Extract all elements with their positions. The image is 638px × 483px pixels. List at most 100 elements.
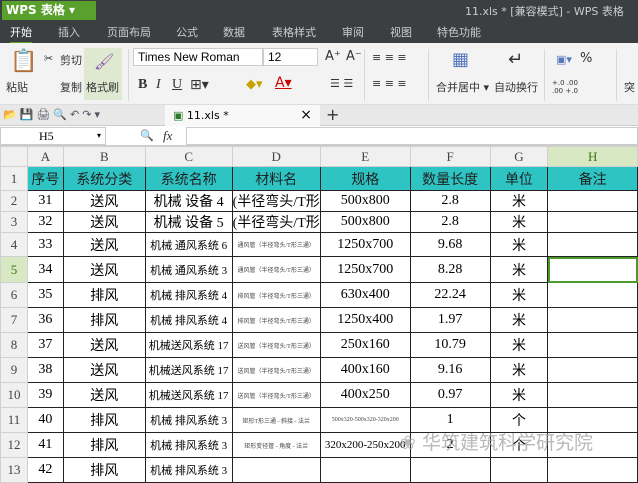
cell-H4[interactable] <box>547 232 638 257</box>
cell-H13[interactable] <box>547 457 638 483</box>
row-header-13[interactable]: 13 <box>0 457 28 483</box>
format-painter-button[interactable]: 🖌 格式刷 <box>84 48 122 100</box>
cell-B7[interactable]: 排风 <box>62 307 146 333</box>
select-all-corner[interactable] <box>0 146 28 167</box>
cell-B12[interactable]: 排风 <box>62 432 146 458</box>
cell-B9[interactable]: 送风 <box>62 357 146 383</box>
cell-G7[interactable]: 米 <box>489 307 549 333</box>
cell-F6[interactable]: 22.24 <box>409 282 491 308</box>
cell-C6[interactable]: 机械 排风系统 4 <box>144 282 233 308</box>
cell-C5[interactable]: 机械 通风系统 3 <box>144 256 233 283</box>
cell-F10[interactable]: 0.97 <box>409 382 491 408</box>
percent-button[interactable]: % <box>580 51 592 66</box>
row-header-5[interactable]: 5 <box>0 256 28 283</box>
header-cell[interactable]: 系统名称 <box>144 166 233 191</box>
cell-G2[interactable]: 米 <box>489 190 549 212</box>
cell-A5[interactable]: 34 <box>26 256 64 283</box>
cell-F4[interactable]: 9.68 <box>409 232 491 257</box>
cell-A10[interactable]: 39 <box>26 382 64 408</box>
paste-icon[interactable]: 📋 <box>10 49 37 74</box>
align-center-icon[interactable]: ≡ ≡ ≡ <box>372 77 407 90</box>
new-tab-button[interactable]: + <box>326 105 339 124</box>
row-header-8[interactable]: 8 <box>0 332 28 358</box>
cell-D2[interactable]: (半径弯头/T形 <box>231 190 321 212</box>
row-header-9[interactable]: 9 <box>0 357 28 383</box>
column-header-D[interactable]: D <box>231 146 321 167</box>
fx-button[interactable]: fx <box>163 128 172 144</box>
cell-G6[interactable]: 米 <box>489 282 549 308</box>
cell-F2[interactable]: 2.8 <box>409 190 491 212</box>
tab-page-layout[interactable]: 页面布局 <box>107 24 151 40</box>
cell-E4[interactable]: 1250x700 <box>319 232 411 257</box>
header-cell[interactable]: 材料名 <box>231 166 321 191</box>
cell-C2[interactable]: 机械 设备 4 <box>144 190 233 212</box>
tab-home[interactable]: 开始 <box>10 24 32 44</box>
cell-B2[interactable]: 送风 <box>62 190 146 212</box>
row-header-1[interactable]: 1 <box>0 166 28 191</box>
file-tab[interactable]: ▣ 11.xls * × <box>165 105 320 126</box>
cell-C8[interactable]: 机械送风系统 17 <box>144 332 233 358</box>
cell-C11[interactable]: 机械 排风系统 3 <box>144 407 233 433</box>
cell-A4[interactable]: 33 <box>26 232 64 257</box>
cell-D11[interactable]: 矩形T形三通 - 斜接 - 法兰 <box>231 407 321 433</box>
row-header-12[interactable]: 12 <box>0 432 28 458</box>
cell-B13[interactable]: 排风 <box>62 457 146 483</box>
cell-D7[interactable]: 排风管（半径弯头/T形三通） <box>231 307 321 333</box>
border-icon[interactable]: ⊞▾ <box>190 77 209 93</box>
cell-B8[interactable]: 送风 <box>62 332 146 358</box>
row-header-6[interactable]: 6 <box>0 282 28 308</box>
cell-D13[interactable] <box>231 457 321 483</box>
cell-A6[interactable]: 35 <box>26 282 64 308</box>
tab-formulas[interactable]: 公式 <box>176 24 198 40</box>
formula-input[interactable] <box>186 127 638 145</box>
cell-F13[interactable] <box>409 457 491 483</box>
cell-H10[interactable] <box>547 382 638 408</box>
cell-G9[interactable]: 米 <box>489 357 549 383</box>
cell-F9[interactable]: 9.16 <box>409 357 491 383</box>
cell-D4[interactable]: 通风管（半径弯头/T形三通） <box>231 232 321 257</box>
more-button[interactable]: 突 <box>624 79 635 95</box>
cell-E3[interactable]: 500x800 <box>319 211 411 233</box>
column-header-A[interactable]: A <box>26 146 64 167</box>
cell-D9[interactable]: 送风管（半径弯头/T形三通） <box>231 357 321 383</box>
cell-F5[interactable]: 8.28 <box>409 256 491 283</box>
font-size-select[interactable]: 12 <box>263 48 318 66</box>
cell-E11[interactable]: 500x320-500x320-320x200 <box>319 407 411 433</box>
close-tab-button[interactable]: × <box>300 105 312 126</box>
cell-C9[interactable]: 机械送风系统 17 <box>144 357 233 383</box>
cell-D10[interactable]: 送风管（半径弯头/T形三通） <box>231 382 321 408</box>
italic-button[interactable]: I <box>156 77 161 93</box>
row-header-3[interactable]: 3 <box>0 211 28 233</box>
cell-H9[interactable] <box>547 357 638 383</box>
cell-E13[interactable] <box>319 457 411 483</box>
cell-B5[interactable]: 送风 <box>62 256 146 283</box>
cell-A11[interactable]: 40 <box>26 407 64 433</box>
cell-E5[interactable]: 1250x700 <box>319 256 411 283</box>
cell-A13[interactable]: 42 <box>26 457 64 483</box>
row-header-7[interactable]: 7 <box>0 307 28 333</box>
row-header-11[interactable]: 11 <box>0 407 28 433</box>
align-top-icon[interactable]: ≡ ≡ ≡ <box>372 51 407 64</box>
cell-D12[interactable]: 矩形变径管 - 角度 - 法兰 <box>231 432 321 458</box>
cell-E9[interactable]: 400x160 <box>319 357 411 383</box>
cut-button[interactable]: 剪切 <box>60 52 82 68</box>
app-menu-button[interactable]: WPS 表格 ▾ <box>2 1 96 20</box>
cell-E12[interactable]: 320x200-250x200 <box>319 432 411 458</box>
cell-E7[interactable]: 1250x400 <box>319 307 411 333</box>
cell-C12[interactable]: 机械 排风系统 3 <box>144 432 233 458</box>
column-header-B[interactable]: B <box>62 146 146 167</box>
cell-C13[interactable]: 机械 排风系统 3 <box>144 457 233 483</box>
bold-button[interactable]: B <box>138 77 147 93</box>
tab-view[interactable]: 视图 <box>390 24 412 40</box>
column-header-H[interactable]: H <box>547 146 638 167</box>
column-header-E[interactable]: E <box>319 146 411 167</box>
column-header-F[interactable]: F <box>409 146 491 167</box>
row-header-10[interactable]: 10 <box>0 382 28 408</box>
header-cell[interactable]: 备注 <box>547 166 638 191</box>
header-cell[interactable]: 系统分类 <box>62 166 146 191</box>
cell-A2[interactable]: 31 <box>26 190 64 212</box>
header-cell[interactable]: 序号 <box>26 166 64 191</box>
cell-G4[interactable]: 米 <box>489 232 549 257</box>
cell-F7[interactable]: 1.97 <box>409 307 491 333</box>
cell-C7[interactable]: 机械 排风系统 4 <box>144 307 233 333</box>
